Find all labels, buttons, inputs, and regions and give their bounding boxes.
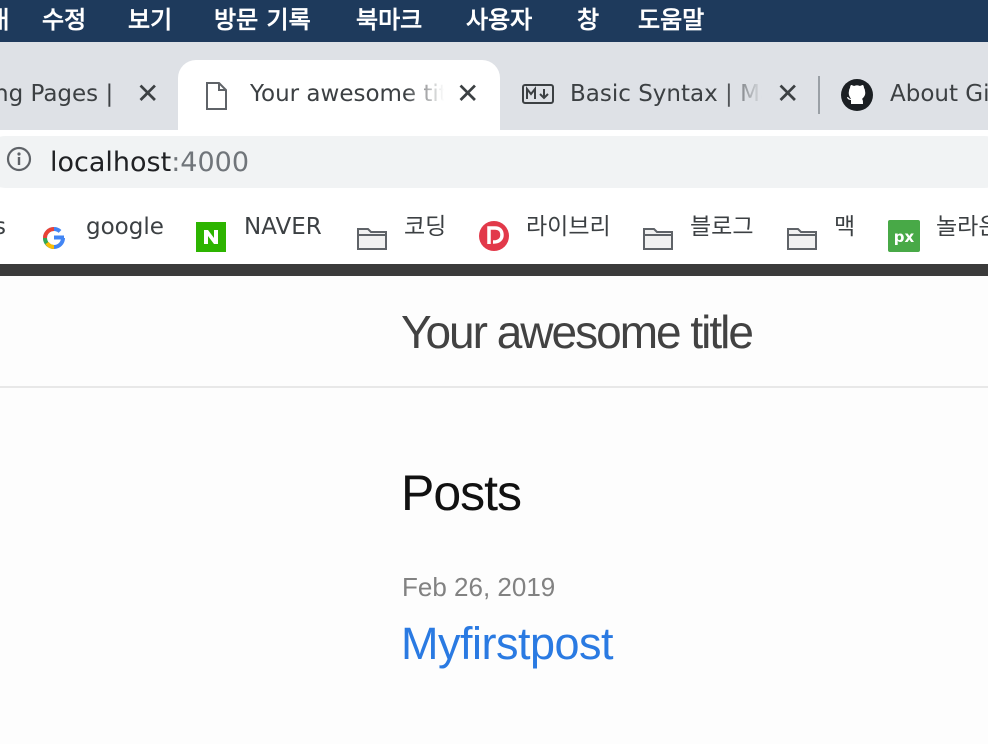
svg-text:px: px [894,228,915,246]
page-content: Your awesome title Posts Feb 26, 2019 My… [0,276,988,744]
bookmark-label: google [86,214,164,240]
info-icon[interactable] [6,146,32,172]
tab-basic-syntax[interactable]: Basic Syntax | Markdown ✕ [508,60,814,130]
tab-title: About GitHub [890,81,988,107]
close-tab-icon[interactable]: ✕ [776,60,799,130]
tab-github-pages[interactable]: ng Pages | ✕ [0,60,175,130]
bookmark-label: NAVER [244,214,322,240]
menu-item-view[interactable]: 보기 [128,0,172,42]
menu-item-history[interactable]: 방문 기록 [214,0,311,42]
menu-item-help[interactable]: 도움말 [638,0,704,42]
tab-separator [818,76,820,114]
bookmark-item[interactable]: s [0,196,6,260]
bookmark-livere[interactable]: 라이브리 [478,196,618,260]
naver-icon [196,214,226,252]
site-title[interactable]: Your awesome title [401,276,754,386]
markdown-icon [522,84,554,108]
post-link[interactable]: Myfirstpost [401,618,614,670]
bookmark-label: 라이브리 [526,214,611,240]
menu-bar: ㅐ 수정 보기 방문 기록 북마크 사용자 창 도움말 [0,0,988,42]
bookmark-label: 놀라운 [936,214,988,240]
menu-item-file[interactable]: ㅐ [0,0,14,42]
url-text[interactable]: localhost:4000 [50,130,249,196]
bookmark-naver[interactable]: NAVER [196,196,336,260]
menu-item-bookmarks[interactable]: 북마크 [356,0,422,42]
menu-item-window[interactable]: 창 [577,0,599,42]
bookmark-label: 블로그 [690,214,754,240]
folder-icon [356,214,387,250]
bookmark-label: s [0,214,6,240]
page-top-border [0,264,988,276]
github-icon [840,78,874,116]
bookmark-folder-coding[interactable]: 코딩 [356,196,456,260]
post-date: Feb 26, 2019 [402,572,556,602]
url-port: :4000 [171,147,250,178]
pixabay-icon: px [888,214,920,252]
folder-icon [786,214,817,250]
bookmark-label: 코딩 [404,214,447,240]
menu-item-edit[interactable]: 수정 [42,0,86,42]
close-tab-icon[interactable]: ✕ [456,60,479,130]
bookmark-folder-blog[interactable]: 블로그 [642,196,762,260]
bookmark-pixabay[interactable]: px 놀라운 [888,196,988,260]
menu-item-people[interactable]: 사용자 [466,0,532,42]
tab-about-github[interactable]: About GitHub [828,60,988,130]
bookmark-google[interactable]: google [40,196,170,260]
toolbar: localhost:4000 [0,130,988,196]
livere-icon [478,214,509,251]
tab-title: Basic Syntax | Markdown [570,81,762,107]
tab-title: Your awesome title [250,81,444,107]
posts-heading: Posts [401,465,522,521]
bookmark-label: 맥 [834,214,856,240]
google-icon [40,214,70,250]
folder-icon [642,214,673,250]
tab-strip: ng Pages | ✕ Your awesome title ✕ Basic … [0,42,988,130]
header-divider [0,386,988,388]
tab-your-awesome-title[interactable]: Your awesome title ✕ [178,60,500,130]
bookmarks-bar: s google NAVER 코딩 라이브리 블로그 맥 [0,196,988,264]
document-icon [204,82,228,114]
tab-title: ng Pages | [0,81,114,107]
close-tab-icon[interactable]: ✕ [136,60,159,130]
bookmark-folder-mac[interactable]: 맥 [786,196,866,260]
url-host: localhost [50,147,172,178]
